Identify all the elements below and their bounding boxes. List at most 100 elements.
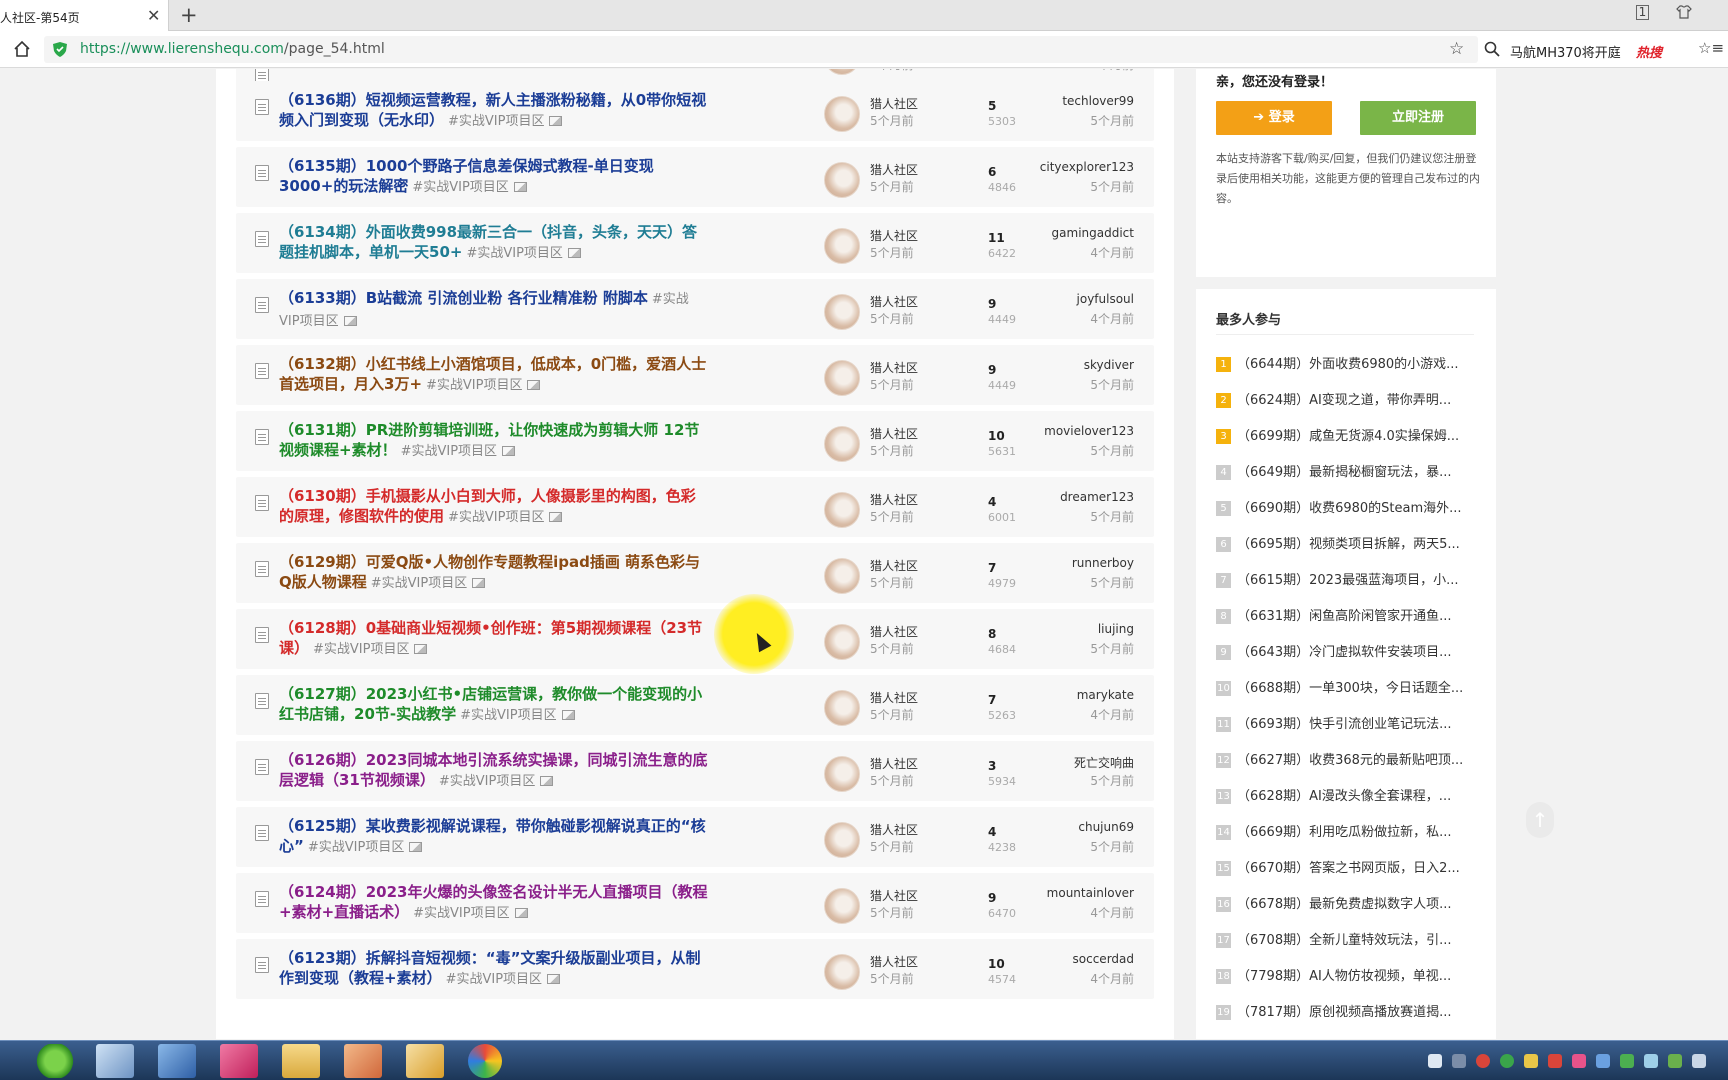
post-category[interactable]: #实战VIP项目区 (371, 576, 467, 591)
top-list-item[interactable]: 2 （6624期）AI变现之道，带你弄明... (1216, 389, 1476, 409)
avatar[interactable] (824, 954, 860, 990)
tray-icon[interactable] (1668, 1054, 1682, 1068)
post-row[interactable]: （6134期）外面收费998最新三合一（抖音，头条，天天）答题挂机脚本，单机一天… (236, 213, 1154, 273)
tray-icon[interactable] (1644, 1054, 1658, 1068)
top-list-item[interactable]: 13 （6628期）AI漫改头像全套课程，... (1216, 785, 1476, 805)
post-title[interactable]: （6129期）可爱Q版•人物创作专题教程ipad插画 萌系色彩与Q版人物课程 #实… (279, 552, 709, 594)
tray-icon[interactable] (1548, 1054, 1562, 1068)
post-category[interactable]: #实战VIP项目区 (446, 972, 542, 987)
post-row[interactable]: （6124期）2023年火爆的头像签名设计半无人直播项目（教程+素材+直播话术）… (236, 873, 1154, 933)
last-reply-user[interactable]: techlover99 (1062, 94, 1134, 108)
tray-icon[interactable] (1572, 1054, 1586, 1068)
post-row[interactable]: （6130期）手机摄影从小白到大师，人像摄影里的构图，色彩的原理，修图软件的使用… (236, 477, 1154, 537)
top-list-item[interactable]: 5 （6690期）收费6980的Steam海外... (1216, 497, 1476, 517)
post-author[interactable]: 猎人社区 (870, 359, 918, 376)
tab-close-icon[interactable]: ✕ (147, 6, 160, 25)
post-title[interactable]: （6133期）B站截流 引流创业粉 各行业精准粉 附脚本 #实战VIP项目区 (279, 288, 709, 332)
post-category[interactable]: #实战VIP项目区 (426, 378, 522, 393)
post-category[interactable]: #实战VIP项目区 (448, 510, 544, 525)
taskbar-app-icon[interactable] (344, 1044, 382, 1078)
last-reply-user[interactable]: runnerboy (1072, 556, 1134, 570)
avatar[interactable] (824, 888, 860, 924)
login-button[interactable]: ➔ 登录 (1216, 101, 1332, 135)
post-category[interactable]: #实战VIP项目区 (401, 444, 497, 459)
post-author[interactable]: 猎人社区 (870, 557, 918, 574)
tray-icon[interactable] (1476, 1054, 1490, 1068)
taskbar-app-icon[interactable] (158, 1044, 196, 1078)
top-list-item[interactable]: 4 （6649期）最新揭秘橱窗玩法，暴... (1216, 461, 1476, 481)
tray-icon[interactable] (1596, 1054, 1610, 1068)
post-category[interactable]: #实战VIP项目区 (308, 840, 404, 855)
post-category[interactable]: #实战VIP项目区 (448, 114, 544, 129)
home-icon[interactable] (12, 39, 32, 59)
post-row[interactable]: （6136期）短视频运营教程，新人主播涨粉秘籍，从0带你短视频入门到变现（无水印… (236, 81, 1154, 141)
post-author[interactable]: 猎人社区 (870, 887, 918, 904)
avatar[interactable] (824, 558, 860, 594)
top-list-item[interactable]: 18 （7798期）AI人物仿妆视频，单视... (1216, 965, 1476, 985)
browser-search-box[interactable]: 马航MH370将开庭 热搜 (1480, 36, 1688, 63)
post-row[interactable]: （6123期）拆解抖音短视频：“毒”文案升级版副业项目，从制作到变现（教程+素材… (236, 939, 1154, 999)
last-reply-user[interactable]: marykate (1077, 688, 1134, 702)
post-row[interactable]: （6126期）2023同城本地引流系统实操课，同城引流生意的底层逻辑（31节视频… (236, 741, 1154, 801)
post-author[interactable]: 猎人社区 (870, 227, 918, 244)
avatar[interactable] (824, 162, 860, 198)
shirt-icon[interactable] (1676, 4, 1692, 20)
avatar[interactable] (824, 69, 860, 75)
top-list-item[interactable]: 19 （7817期）原创视频高播放赛道揭... (1216, 1001, 1476, 1021)
top-list-item[interactable]: 10 （6688期）一单300块，今日话题全... (1216, 677, 1476, 697)
scroll-to-top-button[interactable]: ↑ (1526, 802, 1554, 838)
post-author[interactable]: 猎人社区 (870, 491, 918, 508)
last-reply-user[interactable]: dreamer123 (1060, 490, 1134, 504)
avatar[interactable] (824, 228, 860, 264)
new-tab-button[interactable]: + (180, 3, 198, 27)
top-list-item[interactable]: 8 （6631期）闲鱼高阶闲管家开通鱼... (1216, 605, 1476, 625)
post-row[interactable]: （6132期）小红书线上小酒馆项目，低成本，0门槛，爱酒人士首选项目，月入3万+… (236, 345, 1154, 405)
post-author[interactable]: 猎人社区 (870, 755, 918, 772)
taskbar-app-icon[interactable] (406, 1044, 444, 1078)
post-title[interactable]: （6130期）手机摄影从小白到大师，人像摄影里的构图，色彩的原理，修图软件的使用… (279, 486, 709, 528)
avatar[interactable] (824, 624, 860, 660)
browser-tab[interactable]: 人社区-第54页 ✕ (0, 0, 169, 32)
last-reply-user[interactable]: cityexplorer123 (1040, 160, 1134, 174)
tray-icon[interactable] (1500, 1054, 1514, 1068)
post-author[interactable]: 猎人社区 (870, 623, 918, 640)
post-row[interactable]: （6129期）可爱Q版•人物创作专题教程ipad插画 萌系色彩与Q版人物课程 #实… (236, 543, 1154, 603)
post-title[interactable]: （6126期）2023同城本地引流系统实操课，同城引流生意的底层逻辑（31节视频… (279, 750, 709, 792)
post-author[interactable]: 猎人社区 (870, 689, 918, 706)
top-list-item[interactable]: 16 （6678期）最新免费虚拟数字人项... (1216, 893, 1476, 913)
top-list-item[interactable]: 17 （6708期）全新儿童特效玩法，引... (1216, 929, 1476, 949)
url-field[interactable]: https://www.lierenshequ.com/page_54.html… (44, 36, 1503, 63)
start-button[interactable] (36, 1044, 74, 1078)
post-row[interactable]: （6133期）B站截流 引流创业粉 各行业精准粉 附脚本 #实战VIP项目区 猎人社… (236, 279, 1154, 339)
last-reply-user[interactable]: mountainlover (1047, 886, 1134, 900)
post-title[interactable]: （6127期）2023小红书•店铺运营课，教你做一个能变现的小红书店铺，20节-… (279, 684, 709, 726)
post-title[interactable]: （6125期）某收费影视解说课程，带你触碰影视解说真正的“核心” #实战VIP项目… (279, 816, 709, 858)
hot-search-label[interactable]: 热搜 (1636, 42, 1662, 61)
post-author[interactable]: 猎人社区 (870, 953, 918, 970)
last-reply-user[interactable]: gamingaddict (1052, 226, 1134, 240)
avatar[interactable] (824, 294, 860, 330)
taskbar-app-icon[interactable] (220, 1044, 258, 1078)
last-reply-user[interactable]: 死亡交响曲 (1074, 754, 1134, 771)
top-list-item[interactable]: 12 （6627期）收费368元的最新贴吧顶... (1216, 749, 1476, 769)
last-reply-user[interactable]: joyfulsoul (1077, 292, 1134, 306)
post-title[interactable]: （6134期）外面收费998最新三合一（抖音，头条，天天）答题挂机脚本，单机一天… (279, 222, 709, 264)
register-button[interactable]: 立即注册 (1360, 101, 1476, 135)
volume-icon[interactable] (1692, 1054, 1706, 1068)
taskbar-app-icon[interactable] (96, 1044, 134, 1078)
last-reply-user[interactable]: movielover123 (1044, 424, 1134, 438)
post-title[interactable]: （6123期）拆解抖音短视频：“毒”文案升级版副业项目，从制作到变现（教程+素材… (279, 948, 709, 990)
avatar[interactable] (824, 96, 860, 132)
post-author[interactable]: 猎人社区 (870, 821, 918, 838)
last-reply-user[interactable]: chujun69 (1078, 820, 1134, 834)
favorites-icon[interactable]: ☆≡ (1698, 39, 1724, 57)
post-category[interactable]: #实战VIP项目区 (313, 642, 409, 657)
post-category[interactable]: #实战VIP项目区 (460, 708, 556, 723)
top-list-item[interactable]: 6 （6695期）视频类项目拆解，两天5... (1216, 533, 1476, 553)
top-list-item[interactable]: 14 （6669期）利用吃瓜粉做拉新，私... (1216, 821, 1476, 841)
bookmark-star-icon[interactable]: ☆ (1449, 39, 1464, 59)
top-list-item[interactable]: 3 （6699期）咸鱼无货源4.0实操保姆... (1216, 425, 1476, 445)
tray-icon[interactable] (1428, 1054, 1442, 1068)
post-author[interactable]: 猎人社区 (870, 95, 918, 112)
post-author[interactable]: 猎人社区 (870, 425, 918, 442)
